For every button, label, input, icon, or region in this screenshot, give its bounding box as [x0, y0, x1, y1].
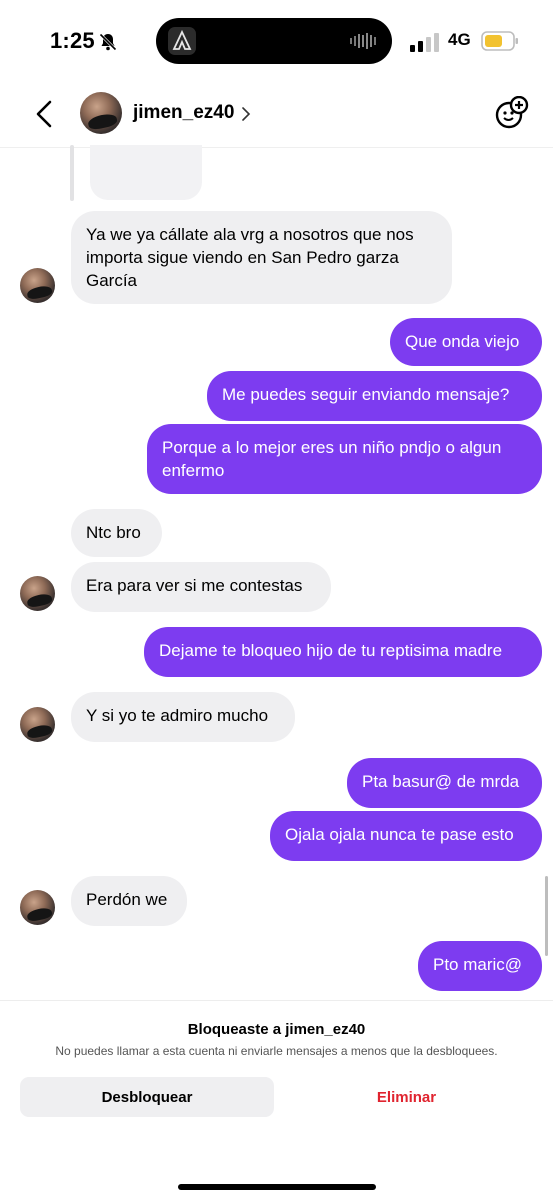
blocked-title: Bloqueaste a jimen_ez40 [187, 1021, 366, 1038]
signal-icon [410, 33, 439, 52]
dynamic-island [156, 18, 392, 64]
chevron-right-icon[interactable] [240, 107, 252, 121]
message-outgoing[interactable]: Me puedes seguir enviando mensaje? [207, 371, 542, 421]
reply-quote-preview[interactable] [90, 145, 202, 200]
delete-button[interactable]: Eliminar [280, 1077, 533, 1117]
battery-icon [481, 31, 518, 51]
sender-avatar[interactable] [20, 268, 55, 303]
contact-username[interactable]: jimen_ez40 [133, 102, 234, 124]
message-incoming[interactable]: Y si yo te admiro mucho [71, 692, 295, 742]
sender-avatar[interactable] [20, 890, 55, 925]
message-outgoing[interactable]: Pto maric@ [418, 941, 542, 991]
status-time: 1:25 [50, 28, 95, 53]
scrollbar[interactable] [545, 876, 548, 956]
message-incoming[interactable]: Ntc bro [71, 509, 162, 557]
message-outgoing[interactable]: Porque a lo mejor eres un niño pndjo o a… [147, 424, 542, 494]
contact-avatar[interactable] [80, 92, 122, 134]
app-activity-icon [168, 27, 196, 55]
back-chevron-icon[interactable] [30, 98, 58, 130]
sender-avatar[interactable] [20, 707, 55, 742]
audio-wave-icon [350, 33, 376, 49]
status-bar: 1:25 4G [0, 0, 553, 80]
blocked-subtitle: No puedes llamar a esta cuenta ni enviar… [55, 1044, 498, 1058]
message-outgoing[interactable]: Dejame te bloqueo hijo de tu reptisima m… [144, 627, 542, 677]
bell-slash-icon [99, 33, 117, 51]
message-incoming[interactable]: Ya we ya cállate ala vrg a nosotros que … [71, 211, 452, 304]
chat-header: jimen_ez40 [0, 80, 553, 148]
network-label: 4G [448, 30, 471, 49]
blocked-panel: Bloqueaste a jimen_ez40 No puedes llamar… [0, 1000, 553, 1200]
unblock-button[interactable]: Desbloquear [20, 1077, 274, 1117]
reply-quote-line [70, 145, 74, 201]
add-effect-icon[interactable] [495, 96, 529, 130]
home-indicator[interactable] [178, 1184, 376, 1190]
message-incoming[interactable]: Era para ver si me contestas [71, 562, 331, 612]
message-outgoing[interactable]: Pta basur@ de mrda [347, 758, 542, 808]
message-outgoing[interactable]: Que onda viejo [390, 318, 542, 366]
message-incoming[interactable]: Perdón we [71, 876, 187, 926]
message-outgoing[interactable]: Ojala ojala nunca te pase esto [270, 811, 542, 861]
sender-avatar[interactable] [20, 576, 55, 611]
